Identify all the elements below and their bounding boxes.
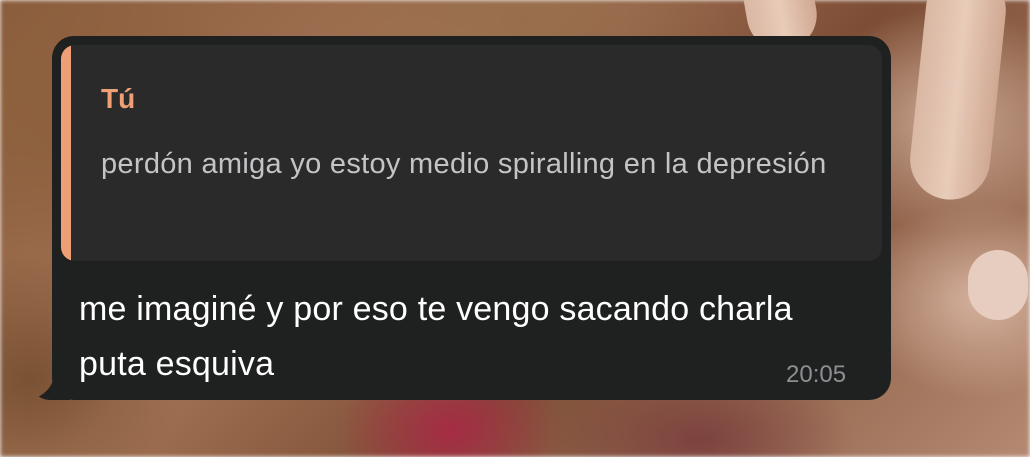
reply-preview[interactable]: Tú perdón amiga yo estoy medio spirallin… bbox=[61, 45, 882, 261]
message-timestamp: 20:05 bbox=[786, 361, 847, 388]
reply-author: Tú bbox=[101, 83, 136, 114]
reply-text: perdón amiga yo estoy medio spiralling e… bbox=[101, 148, 827, 180]
wallpaper-finger bbox=[968, 250, 1028, 320]
message-text: me imaginé y por eso te vengo sacando ch… bbox=[79, 290, 793, 383]
reply-accent-bar bbox=[61, 45, 71, 261]
